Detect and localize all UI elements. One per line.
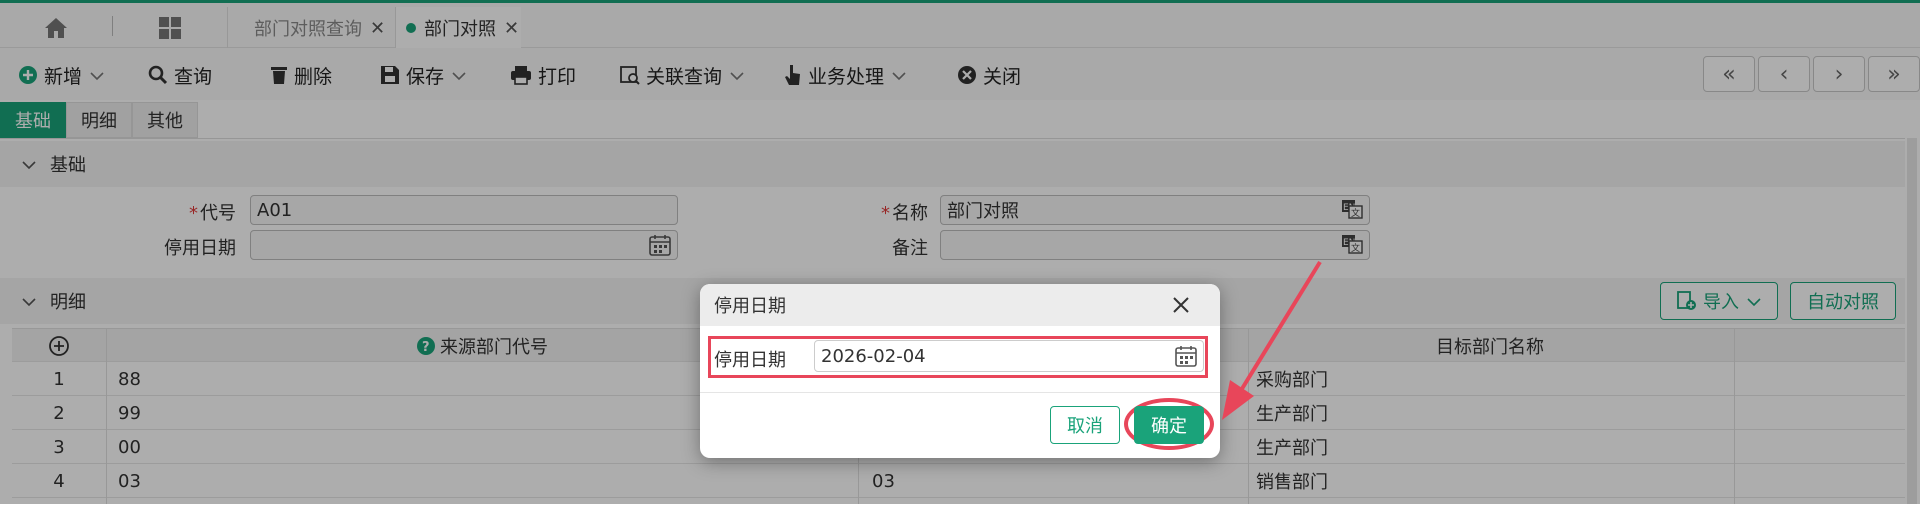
stop-date-dialog: 停用日期 停用日期 2026-02-04 取消 确定: [700, 284, 1220, 458]
dialog-date-value: 2026-02-04: [821, 345, 926, 367]
dialog-title: 停用日期: [714, 296, 786, 317]
close-icon[interactable]: [1168, 292, 1194, 318]
dialog-field-label: 停用日期: [714, 350, 786, 371]
confirm-button[interactable]: 确定: [1134, 406, 1204, 444]
calendar-icon[interactable]: [1175, 345, 1197, 372]
dialog-divider: [700, 392, 1220, 393]
dialog-date-input[interactable]: 2026-02-04: [814, 340, 1204, 372]
app-window: 部门对照查询 ✕ 部门对照 ✕ 新增 查询 删除 保存 打印 关联查询 业务处理…: [0, 0, 1920, 505]
cancel-button[interactable]: 取消: [1050, 406, 1120, 444]
dialog-header: 停用日期: [700, 284, 1220, 326]
